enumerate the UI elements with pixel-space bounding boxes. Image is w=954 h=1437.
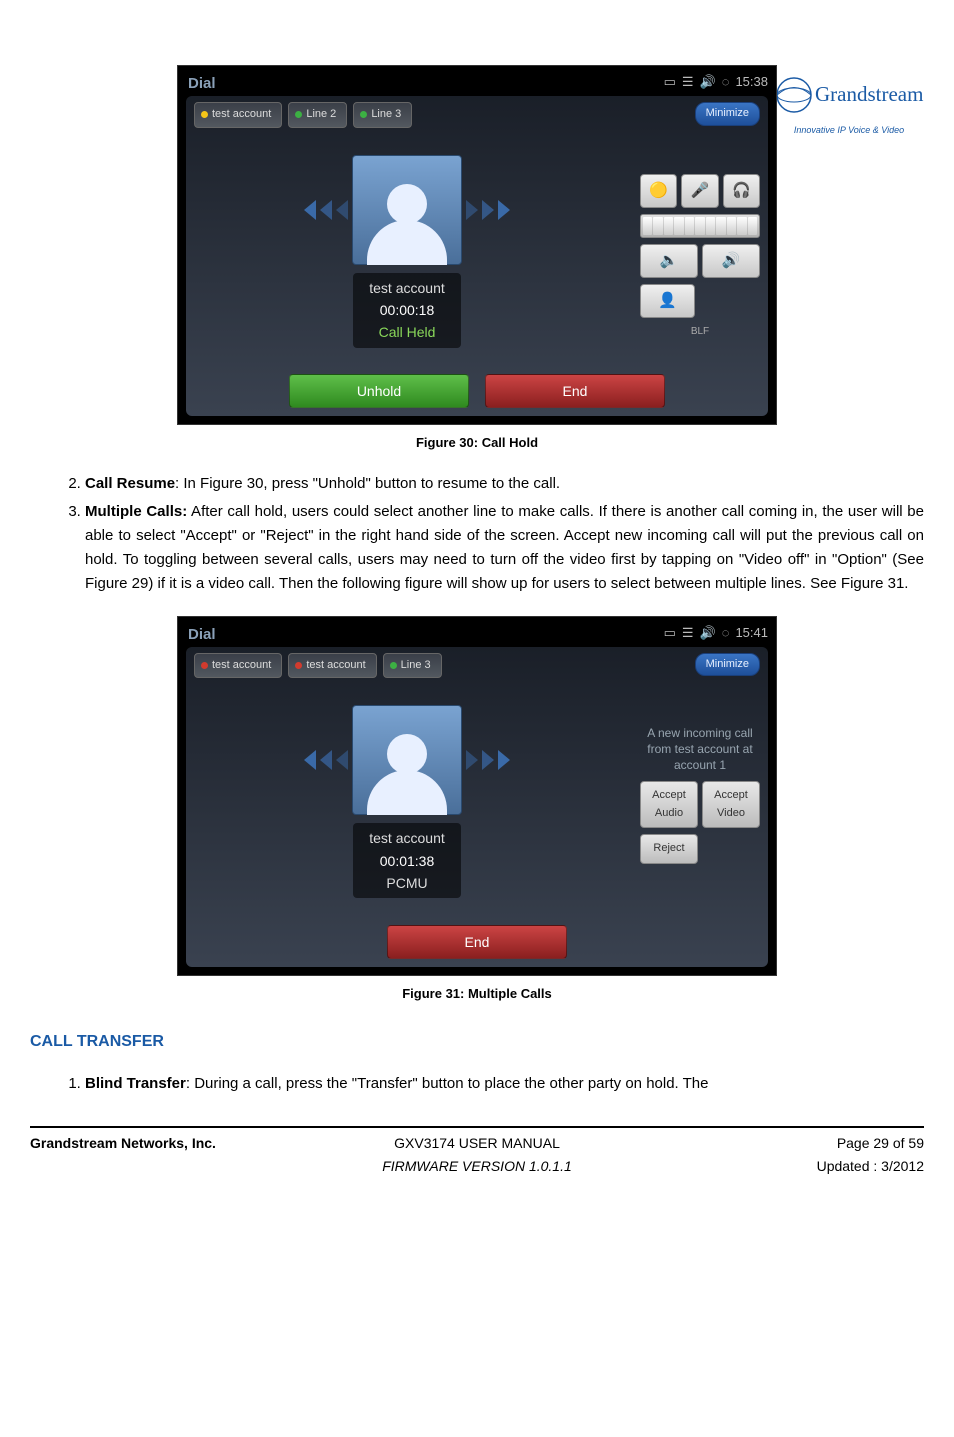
section-heading-call-transfer: CALL TRANSFER: [30, 1029, 924, 1055]
headset-button[interactable]: 🎧: [723, 174, 760, 208]
battery-icon: ▭: [664, 623, 676, 644]
tab-line-2[interactable]: test account: [288, 653, 376, 679]
sync-icon: ◌: [722, 623, 730, 644]
arrow-right-icon: [466, 200, 478, 220]
side-panel: 🟡 🎤 🎧 🔈 🔊 👤: [640, 174, 760, 340]
arrow-left-icon: [304, 750, 316, 770]
status-bar: ▭ ☰ 🔊 ◌ 15:41: [664, 623, 768, 644]
mute-mic-button[interactable]: 🎤: [681, 174, 718, 208]
end-button[interactable]: End: [485, 374, 665, 408]
footer-updated: Updated : 3/2012: [817, 1158, 924, 1174]
screenshot-multiple-calls: Dial ▭ ☰ 🔊 ◌ 15:41 Minimize test account…: [177, 616, 777, 976]
status-bar: ▭ ☰ 🔊 ◌ 15:38: [664, 72, 768, 93]
call-info: test account 00:01:38 PCMU: [353, 823, 461, 898]
list-item-3: Multiple Calls: After call hold, users c…: [85, 500, 924, 596]
screenshot-call-hold: Dial ▭ ☰ 🔊 ◌ 15:38 Minimize test account…: [177, 65, 777, 425]
line-tabs: test account Line 2 Line 3: [186, 96, 768, 134]
contact-button[interactable]: 👤: [640, 284, 695, 318]
call-status: Call Held: [369, 321, 445, 343]
status-dot-icon: [390, 662, 397, 669]
arrow-right-icon: [498, 750, 510, 770]
figure-30-caption: Figure 30: Call Hold: [30, 433, 924, 454]
svg-text:Grandstream: Grandstream: [815, 82, 923, 106]
status-dot-icon: [360, 111, 367, 118]
footer-company: Grandstream Networks, Inc.: [30, 1132, 328, 1177]
avatar-head-icon: [387, 184, 427, 224]
blf-label: BLF: [640, 324, 760, 340]
arrow-right-icon: [482, 750, 494, 770]
logo-tagline: Innovative IP Voice & Video: [774, 123, 924, 137]
battery-icon: ▭: [664, 72, 676, 93]
unhold-button[interactable]: Unhold: [289, 374, 469, 408]
minimize-button[interactable]: Minimize: [695, 102, 760, 126]
grandstream-logo-icon: Grandstream: [774, 75, 924, 115]
footer-firmware: FIRMWARE VERSION 1.0.1.1: [328, 1155, 626, 1177]
minimize-button[interactable]: Minimize: [695, 653, 760, 677]
window-title: Dial: [188, 623, 216, 647]
arrow-right-icon: [482, 200, 494, 220]
status-dot-icon: [201, 662, 208, 669]
arrow-left-icon: [320, 750, 332, 770]
end-button[interactable]: End: [387, 925, 567, 959]
call-duration: 00:00:18: [369, 299, 445, 321]
arrow-left-icon: [336, 200, 348, 220]
status-dot-icon: [295, 662, 302, 669]
list-item-2: Call Resume: In Figure 30, press "Unhold…: [85, 472, 924, 496]
arrow-right-icon: [498, 200, 510, 220]
side-panel: A new incoming call from test account at…: [640, 724, 760, 864]
sync-icon: ◌: [722, 72, 730, 93]
footer-page: Page 29 of 59: [837, 1135, 924, 1151]
clock: 15:41: [735, 623, 768, 644]
accept-audio-button[interactable]: Accept Audio: [640, 781, 698, 828]
figure-31-caption: Figure 31: Multiple Calls: [30, 984, 924, 1005]
accept-video-button[interactable]: Accept Video: [702, 781, 760, 828]
call-duration: 00:01:38: [369, 850, 445, 872]
tab-line-1[interactable]: test account: [194, 653, 282, 679]
arrow-left-icon: [320, 200, 332, 220]
body-text: Call Resume: In Figure 30, press "Unhold…: [30, 472, 924, 596]
arrow-left-icon: [304, 200, 316, 220]
incoming-call-notice: A new incoming call from test account at…: [640, 724, 760, 775]
figure-31: Dial ▭ ☰ 🔊 ◌ 15:41 Minimize test account…: [30, 616, 924, 1005]
tab-line-3[interactable]: Line 3: [353, 102, 412, 128]
avatar-body-icon: [367, 220, 447, 265]
volume-down-button[interactable]: 🔈: [640, 244, 698, 278]
page-footer: Grandstream Networks, Inc. GXV3174 USER …: [30, 1126, 924, 1177]
window-title: Dial: [188, 72, 216, 96]
network-icon: ☰: [682, 72, 694, 93]
clock: 15:38: [735, 72, 768, 93]
footer-manual: GXV3174 USER MANUAL: [328, 1132, 626, 1154]
tab-line-1[interactable]: test account: [194, 102, 282, 128]
volume-up-button[interactable]: 🔊: [702, 244, 760, 278]
status-dot-icon: [201, 111, 208, 118]
caller-avatar: [352, 155, 462, 265]
call-codec: PCMU: [369, 872, 445, 894]
call-info: test account 00:00:18 Call Held: [353, 273, 461, 348]
line-tabs: test account test account Line 3: [186, 647, 768, 685]
transfer-list: Blind Transfer: During a call, press the…: [30, 1072, 924, 1096]
brand-logo: Grandstream Innovative IP Voice & Video: [774, 75, 924, 137]
arrow-left-icon: [336, 750, 348, 770]
caller-name: test account: [369, 827, 445, 849]
arrow-right-icon: [466, 750, 478, 770]
caller-avatar: [352, 705, 462, 815]
tab-line-2[interactable]: Line 2: [288, 102, 347, 128]
avatar-body-icon: [367, 770, 447, 815]
dtmf-keypad-icon[interactable]: [640, 214, 760, 238]
avatar-head-icon: [387, 734, 427, 774]
caller-name: test account: [369, 277, 445, 299]
status-dot-icon: [295, 111, 302, 118]
network-icon: ☰: [682, 623, 694, 644]
tab-line-3[interactable]: Line 3: [383, 653, 442, 679]
list-item-transfer-1: Blind Transfer: During a call, press the…: [85, 1072, 924, 1096]
volume-icon: 🔊: [700, 72, 716, 93]
volume-icon: 🔊: [700, 623, 716, 644]
reject-button[interactable]: Reject: [640, 834, 698, 864]
record-button[interactable]: 🟡: [640, 174, 677, 208]
